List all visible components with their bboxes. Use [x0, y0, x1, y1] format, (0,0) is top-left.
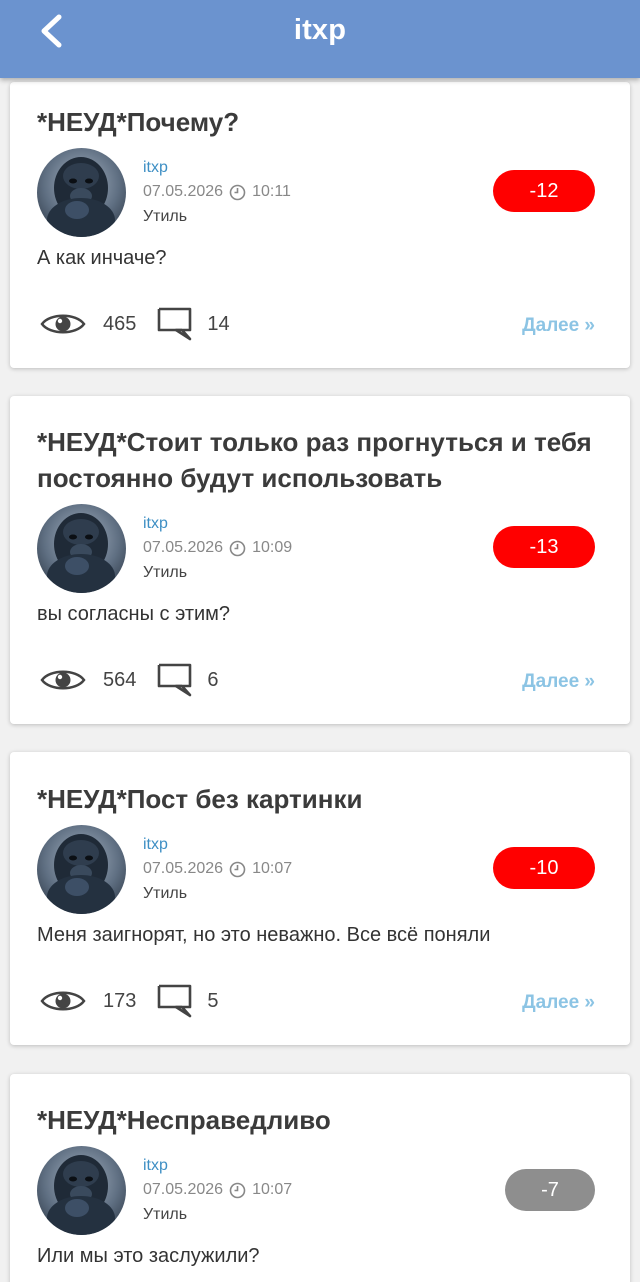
read-more-link[interactable]: Далее » [522, 315, 595, 337]
author-name[interactable]: itxp [143, 515, 168, 533]
post-stats: 465 14 [40, 306, 230, 342]
comment-icon [158, 984, 192, 1018]
page-title: itxp [293, 14, 347, 46]
post-excerpt: Или мы это заслужили? [37, 1245, 260, 1267]
post-time: 10:07 [252, 860, 293, 877]
post-title[interactable]: *НЕУД*Несправедливо [37, 1102, 603, 1138]
author-name[interactable]: itxp [143, 836, 168, 854]
post-date: 07.05.2026 [143, 860, 224, 877]
rating-badge: -10 [493, 847, 595, 889]
post-datetime: 07.05.2026 10:09 [143, 539, 292, 557]
read-more-link[interactable]: Далее » [522, 992, 595, 1014]
post-excerpt: вы согласны с этим? [37, 603, 231, 625]
clock-icon [229, 1182, 246, 1198]
eye-icon [40, 314, 86, 334]
rating-badge: -12 [493, 170, 595, 212]
post-excerpt: А как инчаче? [37, 247, 167, 269]
post-title[interactable]: *НЕУД*Почему? [37, 104, 603, 140]
post-card[interactable]: *НЕУД*Пост без картинки itxp 07.05.2026 … [10, 752, 630, 1045]
read-more-link[interactable]: Далее » [522, 671, 595, 693]
post-datetime: 07.05.2026 10:07 [143, 1181, 292, 1199]
rating-badge: -13 [493, 526, 595, 568]
post-title[interactable]: *НЕУД*Пост без картинки [37, 781, 603, 817]
avatar[interactable] [37, 825, 126, 914]
post-stats: 564 6 [40, 662, 219, 698]
avatar[interactable] [37, 148, 126, 237]
clock-icon [229, 540, 246, 556]
rating-badge: -7 [505, 1169, 595, 1211]
post-time: 10:09 [252, 539, 293, 556]
author-name[interactable]: itxp [143, 1157, 168, 1175]
clock-icon [229, 861, 246, 877]
post-category[interactable]: Утиль [143, 564, 187, 582]
post-date: 07.05.2026 [143, 183, 224, 200]
author-name[interactable]: itxp [143, 159, 168, 177]
post-category[interactable]: Утиль [143, 885, 187, 903]
post-category[interactable]: Утиль [143, 208, 187, 226]
post-card[interactable]: *НЕУД*Почему? itxp 07.05.2026 10:11 Утил… [10, 82, 630, 368]
post-card[interactable]: *НЕУД*Стоит только раз прогнуться и тебя… [10, 396, 630, 724]
post-date: 07.05.2026 [143, 1181, 224, 1198]
post-time: 10:11 [252, 183, 291, 200]
comments-count: 5 [207, 989, 219, 1012]
views-count: 173 [103, 989, 137, 1012]
post-datetime: 07.05.2026 10:11 [143, 183, 291, 201]
views-count: 564 [103, 668, 137, 691]
avatar[interactable] [37, 1146, 126, 1235]
comment-icon [158, 663, 192, 697]
eye-icon [40, 670, 86, 690]
eye-icon [40, 991, 86, 1011]
post-datetime: 07.05.2026 10:07 [143, 860, 292, 878]
post-card[interactable]: *НЕУД*Несправедливо itxp 07.05.2026 10:0… [10, 1074, 630, 1282]
post-title[interactable]: *НЕУД*Стоит только раз прогнуться и тебя… [37, 424, 603, 496]
comments-count: 6 [207, 668, 219, 691]
comments-count: 14 [207, 312, 230, 335]
comment-icon [158, 307, 192, 341]
views-count: 465 [103, 312, 137, 335]
post-excerpt: Меня заигнорят, но это неважно. Все всё … [37, 924, 491, 946]
clock-icon [229, 184, 246, 200]
post-stats: 173 5 [40, 983, 219, 1019]
post-time: 10:07 [252, 1181, 293, 1198]
post-category[interactable]: Утиль [143, 1206, 187, 1224]
avatar[interactable] [37, 504, 126, 593]
post-date: 07.05.2026 [143, 539, 224, 556]
top-app-bar: itxp [0, 0, 640, 78]
